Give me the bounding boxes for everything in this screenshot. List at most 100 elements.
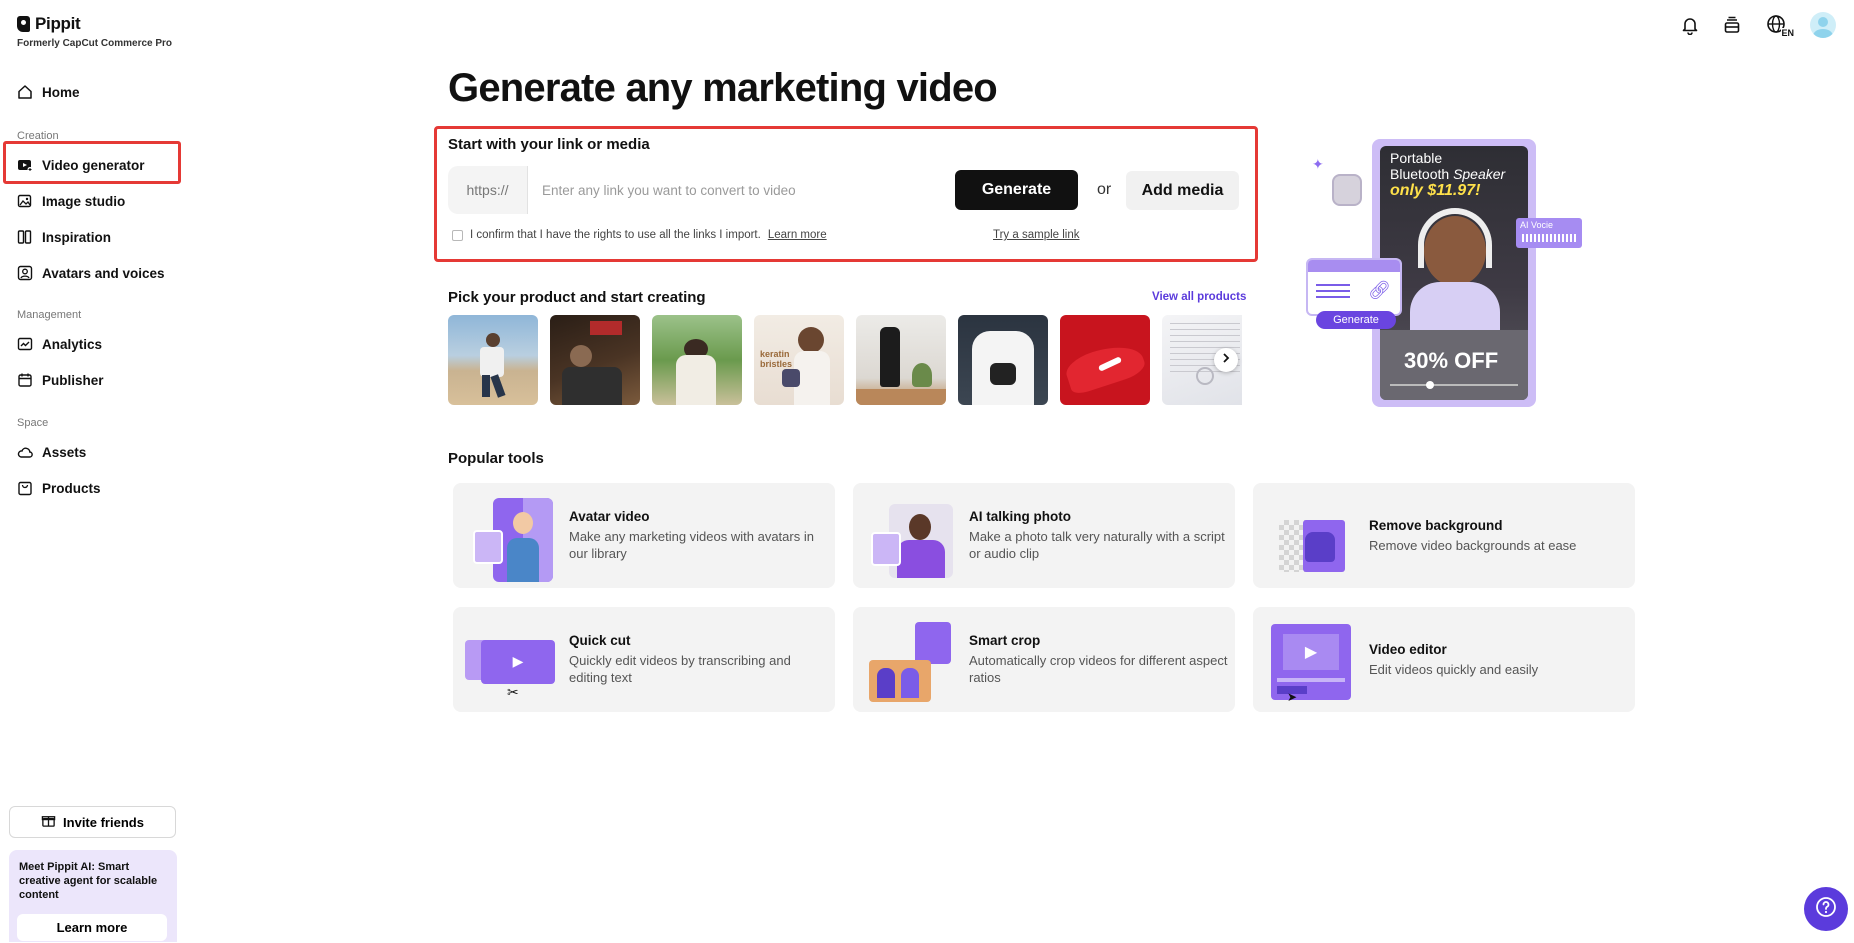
- user-avatar[interactable]: [1810, 12, 1836, 38]
- sidebar: Pippit Formerly CapCut Commerce Pro Home…: [0, 0, 181, 943]
- tool-name: Smart crop: [969, 633, 1041, 648]
- sidebar-item-label: Video generator: [42, 157, 145, 173]
- home-icon: [17, 84, 33, 100]
- sidebar-item-label: Assets: [42, 444, 87, 460]
- image-studio-icon: [17, 193, 33, 209]
- hero-generate-pill: Generate: [1316, 311, 1396, 329]
- hero-generate-card: 🔗︎: [1306, 258, 1402, 316]
- cursor-icon: ➤: [1287, 689, 1298, 704]
- rights-confirm-row: I confirm that I have the rights to use …: [452, 229, 827, 241]
- product-thumb-brush[interactable]: keratin bristles: [754, 315, 844, 405]
- rights-confirm-text: I confirm that I have the rights to use …: [470, 229, 761, 241]
- product-thumb-sneaker[interactable]: [1060, 315, 1150, 405]
- tool-card-video-editor[interactable]: ▶ ➤ Video editor Edit videos quickly and…: [1253, 607, 1635, 712]
- sidebar-item-home[interactable]: Home: [17, 80, 80, 104]
- video-editor-icon: ▶ ➤: [1265, 616, 1355, 704]
- tool-desc: Automatically crop videos for different …: [969, 653, 1228, 685]
- chevron-right-icon: [1220, 351, 1232, 369]
- sidebar-item-assets[interactable]: Assets: [17, 440, 86, 464]
- tool-card-quick-cut[interactable]: ▶ ✂ Quick cut Quickly edit videos by tra…: [453, 607, 835, 712]
- sidebar-item-avatars-voices[interactable]: Avatars and voices: [17, 261, 165, 285]
- tool-desc: Make any marketing videos with avatars i…: [569, 529, 814, 561]
- tool-desc: Make a photo talk very naturally with a …: [969, 529, 1225, 561]
- promo-card: Meet Pippit AI: Smart creative agent for…: [9, 850, 177, 942]
- tool-desc: Quickly edit videos by transcribing and …: [569, 653, 791, 685]
- sidebar-item-label: Products: [42, 480, 101, 496]
- view-all-products-link[interactable]: View all products: [1152, 291, 1246, 303]
- tool-card-remove-background[interactable]: Remove background Remove video backgroun…: [1253, 483, 1635, 588]
- language-code: EN: [1781, 28, 1794, 38]
- avatar-voice-icon: [17, 265, 33, 281]
- top-toolbar: EN: [1678, 12, 1836, 38]
- tool-card-ai-talking-photo[interactable]: AI talking photo Make a photo talk very …: [853, 483, 1235, 588]
- popular-tools-title: Popular tools: [448, 450, 544, 467]
- headphone-product-icon: [1332, 174, 1362, 206]
- question-icon: [1814, 895, 1838, 924]
- tool-desc: Remove video backgrounds at ease: [1369, 537, 1577, 553]
- sidebar-item-inspiration[interactable]: Inspiration: [17, 225, 111, 249]
- section-management: Management: [17, 309, 82, 321]
- hero-line2b: Speaker: [1453, 166, 1506, 182]
- waveform-icon: [1522, 234, 1576, 242]
- try-sample-link[interactable]: Try a sample link: [993, 229, 1080, 241]
- sidebar-item-publisher[interactable]: Publisher: [17, 368, 104, 392]
- tool-name: Remove background: [1369, 517, 1503, 533]
- headphones-icon: [1418, 208, 1492, 268]
- product-icon: [17, 480, 33, 496]
- video-generator-icon: [17, 157, 33, 173]
- page-title: Generate any marketing video: [448, 66, 998, 110]
- sidebar-item-label: Inspiration: [42, 229, 112, 245]
- add-media-button[interactable]: Add media: [1126, 171, 1239, 210]
- hero-price: only $11.97!: [1390, 182, 1481, 199]
- gift-icon: [41, 813, 56, 831]
- sidebar-item-label: Avatars and voices: [42, 265, 165, 281]
- sidebar-item-label: Publisher: [42, 372, 104, 388]
- avatar-video-icon: [465, 492, 555, 582]
- inspiration-icon: [17, 229, 33, 245]
- help-button[interactable]: [1804, 887, 1848, 931]
- stack-icon[interactable]: [1720, 13, 1744, 37]
- invite-friends-button[interactable]: Invite friends: [9, 806, 176, 838]
- sidebar-item-image-studio[interactable]: Image studio: [17, 189, 125, 213]
- tool-name: Quick cut: [569, 633, 631, 648]
- sidebar-item-label: Analytics: [42, 336, 103, 352]
- learn-more-link[interactable]: Learn more: [768, 229, 827, 241]
- scissors-icon: ✂: [507, 683, 519, 700]
- logo-subtitle: Formerly CapCut Commerce Pro: [17, 38, 173, 49]
- sidebar-item-analytics[interactable]: Analytics: [17, 332, 102, 356]
- product-thumbnails: keratin bristles: [448, 315, 1242, 406]
- logo[interactable]: Pippit: [17, 14, 81, 34]
- generate-button[interactable]: Generate: [955, 170, 1078, 210]
- pippit-logo-icon: [17, 16, 30, 32]
- quick-cut-icon: ▶ ✂: [465, 616, 555, 704]
- invite-label: Invite friends: [63, 814, 144, 830]
- sidebar-item-products[interactable]: Products: [17, 476, 101, 500]
- product-thumb-park[interactable]: [652, 315, 742, 405]
- product-thumb-beach[interactable]: [448, 315, 538, 405]
- learn-more-button[interactable]: Learn more: [17, 914, 167, 941]
- sidebar-item-video-generator[interactable]: Video generator: [17, 153, 145, 177]
- rights-checkbox[interactable]: [452, 229, 463, 241]
- language-globe-icon[interactable]: EN: [1762, 13, 1794, 38]
- sidebar-item-label: Image studio: [42, 193, 126, 209]
- hero-line1: Portable: [1390, 150, 1443, 166]
- smart-crop-icon: [865, 616, 955, 704]
- carousel-next-button[interactable]: [1214, 348, 1238, 372]
- product-thumb-bottle[interactable]: [856, 315, 946, 405]
- cloud-icon: [17, 444, 33, 460]
- product-thumb-shirt[interactable]: [958, 315, 1048, 405]
- link-icon: 🔗︎: [1368, 280, 1391, 300]
- hero-phone: Portable Bluetooth Speaker only $11.97! …: [1380, 146, 1528, 400]
- product-thumb-reading[interactable]: [550, 315, 640, 405]
- notification-bell-icon[interactable]: [1678, 13, 1702, 37]
- tool-card-avatar-video[interactable]: Avatar video Make any marketing videos w…: [453, 483, 835, 588]
- hero-voice-badge: AI Vocie: [1516, 218, 1582, 248]
- talking-photo-icon: [865, 492, 955, 580]
- section-space: Space: [17, 417, 49, 429]
- hero-illustration: Portable Bluetooth Speaker only $11.97! …: [1306, 134, 1582, 414]
- or-separator: or: [1097, 181, 1112, 198]
- remove-background-icon: [1265, 492, 1355, 580]
- link-section-title: Start with your link or media: [448, 136, 650, 153]
- tool-card-smart-crop[interactable]: Smart crop Automatically crop videos for…: [853, 607, 1235, 712]
- calendar-icon: [17, 372, 33, 388]
